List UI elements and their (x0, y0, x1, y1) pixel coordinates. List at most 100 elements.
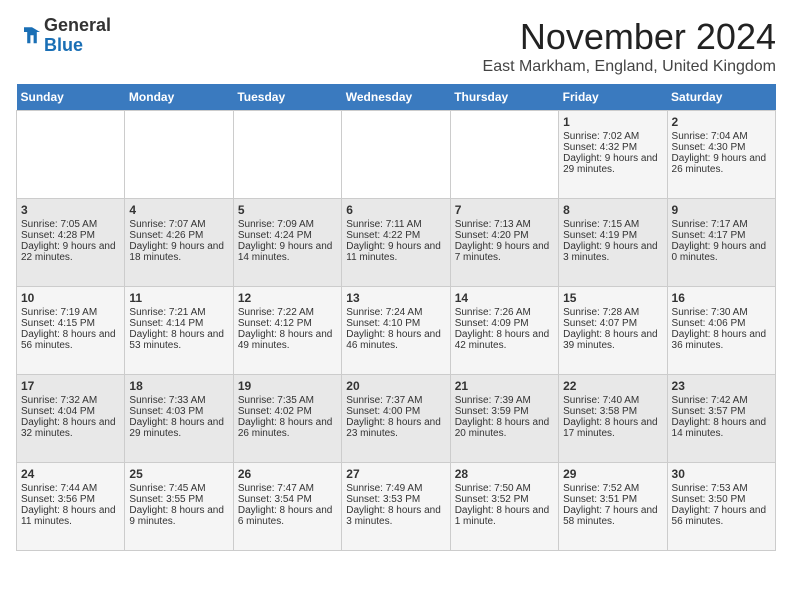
day-info: Sunrise: 7:47 AM Sunset: 3:54 PM Dayligh… (238, 483, 333, 527)
day-number: 28 (455, 467, 554, 481)
day-number: 22 (563, 379, 662, 393)
day-info: Sunrise: 7:40 AM Sunset: 3:58 PM Dayligh… (563, 395, 658, 439)
day-info: Sunrise: 7:19 AM Sunset: 4:15 PM Dayligh… (21, 307, 116, 351)
title-block: November 2024 East Markham, England, Uni… (483, 16, 776, 76)
calendar-cell: 18 Sunrise: 7:33 AM Sunset: 4:03 PM Dayli… (125, 375, 233, 463)
day-info: Sunrise: 7:50 AM Sunset: 3:52 PM Dayligh… (455, 483, 550, 527)
calendar-cell: 21 Sunrise: 7:39 AM Sunset: 3:59 PM Dayli… (450, 375, 558, 463)
day-number: 4 (129, 203, 228, 217)
week-row-2: 10 Sunrise: 7:19 AM Sunset: 4:15 PM Dayli… (17, 287, 776, 375)
logo-icon (16, 24, 40, 48)
day-number: 18 (129, 379, 228, 393)
day-number: 25 (129, 467, 228, 481)
day-info: Sunrise: 7:02 AM Sunset: 4:32 PM Dayligh… (563, 131, 658, 175)
calendar-cell: 7 Sunrise: 7:13 AM Sunset: 4:20 PM Daylig… (450, 199, 558, 287)
day-info: Sunrise: 7:30 AM Sunset: 4:06 PM Dayligh… (672, 307, 767, 351)
day-number: 19 (238, 379, 337, 393)
calendar-cell (450, 111, 558, 199)
day-number: 2 (672, 115, 771, 129)
day-number: 12 (238, 291, 337, 305)
day-info: Sunrise: 7:07 AM Sunset: 4:26 PM Dayligh… (129, 219, 224, 263)
week-row-0: 1 Sunrise: 7:02 AM Sunset: 4:32 PM Daylig… (17, 111, 776, 199)
location: East Markham, England, United Kingdom (483, 58, 776, 76)
week-row-1: 3 Sunrise: 7:05 AM Sunset: 4:28 PM Daylig… (17, 199, 776, 287)
calendar-cell: 13 Sunrise: 7:24 AM Sunset: 4:10 PM Dayli… (342, 287, 450, 375)
day-info: Sunrise: 7:49 AM Sunset: 3:53 PM Dayligh… (346, 483, 441, 527)
day-header-sunday: Sunday (17, 84, 125, 111)
day-info: Sunrise: 7:39 AM Sunset: 3:59 PM Dayligh… (455, 395, 550, 439)
calendar-cell: 9 Sunrise: 7:17 AM Sunset: 4:17 PM Daylig… (667, 199, 775, 287)
day-info: Sunrise: 7:26 AM Sunset: 4:09 PM Dayligh… (455, 307, 550, 351)
day-info: Sunrise: 7:17 AM Sunset: 4:17 PM Dayligh… (672, 219, 767, 263)
day-number: 27 (346, 467, 445, 481)
calendar-cell: 28 Sunrise: 7:50 AM Sunset: 3:52 PM Dayli… (450, 463, 558, 551)
day-info: Sunrise: 7:52 AM Sunset: 3:51 PM Dayligh… (563, 483, 658, 527)
calendar-cell: 8Sunrise: 7:15 AM Sunset: 4:19 PM Daylig… (559, 199, 667, 287)
logo-text: General Blue (44, 16, 111, 56)
day-number: 20 (346, 379, 445, 393)
day-info: Sunrise: 7:24 AM Sunset: 4:10 PM Dayligh… (346, 307, 441, 351)
day-info: Sunrise: 7:09 AM Sunset: 4:24 PM Dayligh… (238, 219, 333, 263)
day-info: Sunrise: 7:45 AM Sunset: 3:55 PM Dayligh… (129, 483, 224, 527)
day-info: Sunrise: 7:11 AM Sunset: 4:22 PM Dayligh… (346, 219, 441, 263)
calendar-table: SundayMondayTuesdayWednesdayThursdayFrid… (16, 84, 776, 551)
day-number: 17 (21, 379, 120, 393)
day-number: 10 (21, 291, 120, 305)
calendar-cell: 25 Sunrise: 7:45 AM Sunset: 3:55 PM Dayli… (125, 463, 233, 551)
calendar-cell: 4 Sunrise: 7:07 AM Sunset: 4:26 PM Daylig… (125, 199, 233, 287)
day-number: 29 (563, 467, 662, 481)
day-info: Sunrise: 7:35 AM Sunset: 4:02 PM Dayligh… (238, 395, 333, 439)
day-header-tuesday: Tuesday (233, 84, 341, 111)
day-info: Sunrise: 7:44 AM Sunset: 3:56 PM Dayligh… (21, 483, 116, 527)
calendar-cell: 27 Sunrise: 7:49 AM Sunset: 3:53 PM Dayli… (342, 463, 450, 551)
day-info: Sunrise: 7:15 AM Sunset: 4:19 PM Dayligh… (563, 219, 658, 263)
calendar-cell: 14 Sunrise: 7:26 AM Sunset: 4:09 PM Dayli… (450, 287, 558, 375)
day-number: 9 (672, 203, 771, 217)
calendar-cell: 20Sunrise: 7:37 AM Sunset: 4:00 PM Dayli… (342, 375, 450, 463)
calendar-cell: 6 Sunrise: 7:11 AM Sunset: 4:22 PM Daylig… (342, 199, 450, 287)
calendar-cell: 16 Sunrise: 7:30 AM Sunset: 4:06 PM Dayli… (667, 287, 775, 375)
calendar-cell: 19 Sunrise: 7:35 AM Sunset: 4:02 PM Dayli… (233, 375, 341, 463)
calendar-cell: 5Sunrise: 7:09 AM Sunset: 4:24 PM Daylig… (233, 199, 341, 287)
day-number: 7 (455, 203, 554, 217)
calendar-cell: 26 Sunrise: 7:47 AM Sunset: 3:54 PM Dayli… (233, 463, 341, 551)
day-number: 3 (21, 203, 120, 217)
day-info: Sunrise: 7:04 AM Sunset: 4:30 PM Dayligh… (672, 131, 767, 175)
day-info: Sunrise: 7:33 AM Sunset: 4:03 PM Dayligh… (129, 395, 224, 439)
calendar-cell: 23Sunrise: 7:42 AM Sunset: 3:57 PM Dayli… (667, 375, 775, 463)
day-header-friday: Friday (559, 84, 667, 111)
day-number: 26 (238, 467, 337, 481)
day-info: Sunrise: 7:28 AM Sunset: 4:07 PM Dayligh… (563, 307, 658, 351)
week-row-3: 17 Sunrise: 7:32 AM Sunset: 4:04 PM Dayli… (17, 375, 776, 463)
day-info: Sunrise: 7:22 AM Sunset: 4:12 PM Dayligh… (238, 307, 333, 351)
calendar-cell: 1 Sunrise: 7:02 AM Sunset: 4:32 PM Daylig… (559, 111, 667, 199)
day-info: Sunrise: 7:53 AM Sunset: 3:50 PM Dayligh… (672, 483, 767, 527)
day-header-saturday: Saturday (667, 84, 775, 111)
calendar-cell: 3 Sunrise: 7:05 AM Sunset: 4:28 PM Daylig… (17, 199, 125, 287)
calendar-cell: 12 Sunrise: 7:22 AM Sunset: 4:12 PM Dayli… (233, 287, 341, 375)
calendar-cell: 22 Sunrise: 7:40 AM Sunset: 3:58 PM Dayli… (559, 375, 667, 463)
calendar-cell: 24Sunrise: 7:44 AM Sunset: 3:56 PM Dayli… (17, 463, 125, 551)
calendar-cell: 11Sunrise: 7:21 AM Sunset: 4:14 PM Dayli… (125, 287, 233, 375)
month-title: November 2024 (483, 16, 776, 58)
day-header-wednesday: Wednesday (342, 84, 450, 111)
calendar-cell (125, 111, 233, 199)
calendar-cell: 2 Sunrise: 7:04 AM Sunset: 4:30 PM Daylig… (667, 111, 775, 199)
day-number: 13 (346, 291, 445, 305)
day-number: 14 (455, 291, 554, 305)
day-number: 16 (672, 291, 771, 305)
day-info: Sunrise: 7:32 AM Sunset: 4:04 PM Dayligh… (21, 395, 116, 439)
calendar-cell (342, 111, 450, 199)
calendar-cell: 29 Sunrise: 7:52 AM Sunset: 3:51 PM Dayli… (559, 463, 667, 551)
day-number: 1 (563, 115, 662, 129)
calendar-cell (17, 111, 125, 199)
day-info: Sunrise: 7:05 AM Sunset: 4:28 PM Dayligh… (21, 219, 116, 263)
logo: General Blue (16, 16, 111, 56)
week-row-4: 24Sunrise: 7:44 AM Sunset: 3:56 PM Dayli… (17, 463, 776, 551)
day-number: 6 (346, 203, 445, 217)
calendar-cell: 17 Sunrise: 7:32 AM Sunset: 4:04 PM Dayli… (17, 375, 125, 463)
day-number: 30 (672, 467, 771, 481)
day-number: 21 (455, 379, 554, 393)
day-info: Sunrise: 7:42 AM Sunset: 3:57 PM Dayligh… (672, 395, 767, 439)
day-info: Sunrise: 7:13 AM Sunset: 4:20 PM Dayligh… (455, 219, 550, 263)
